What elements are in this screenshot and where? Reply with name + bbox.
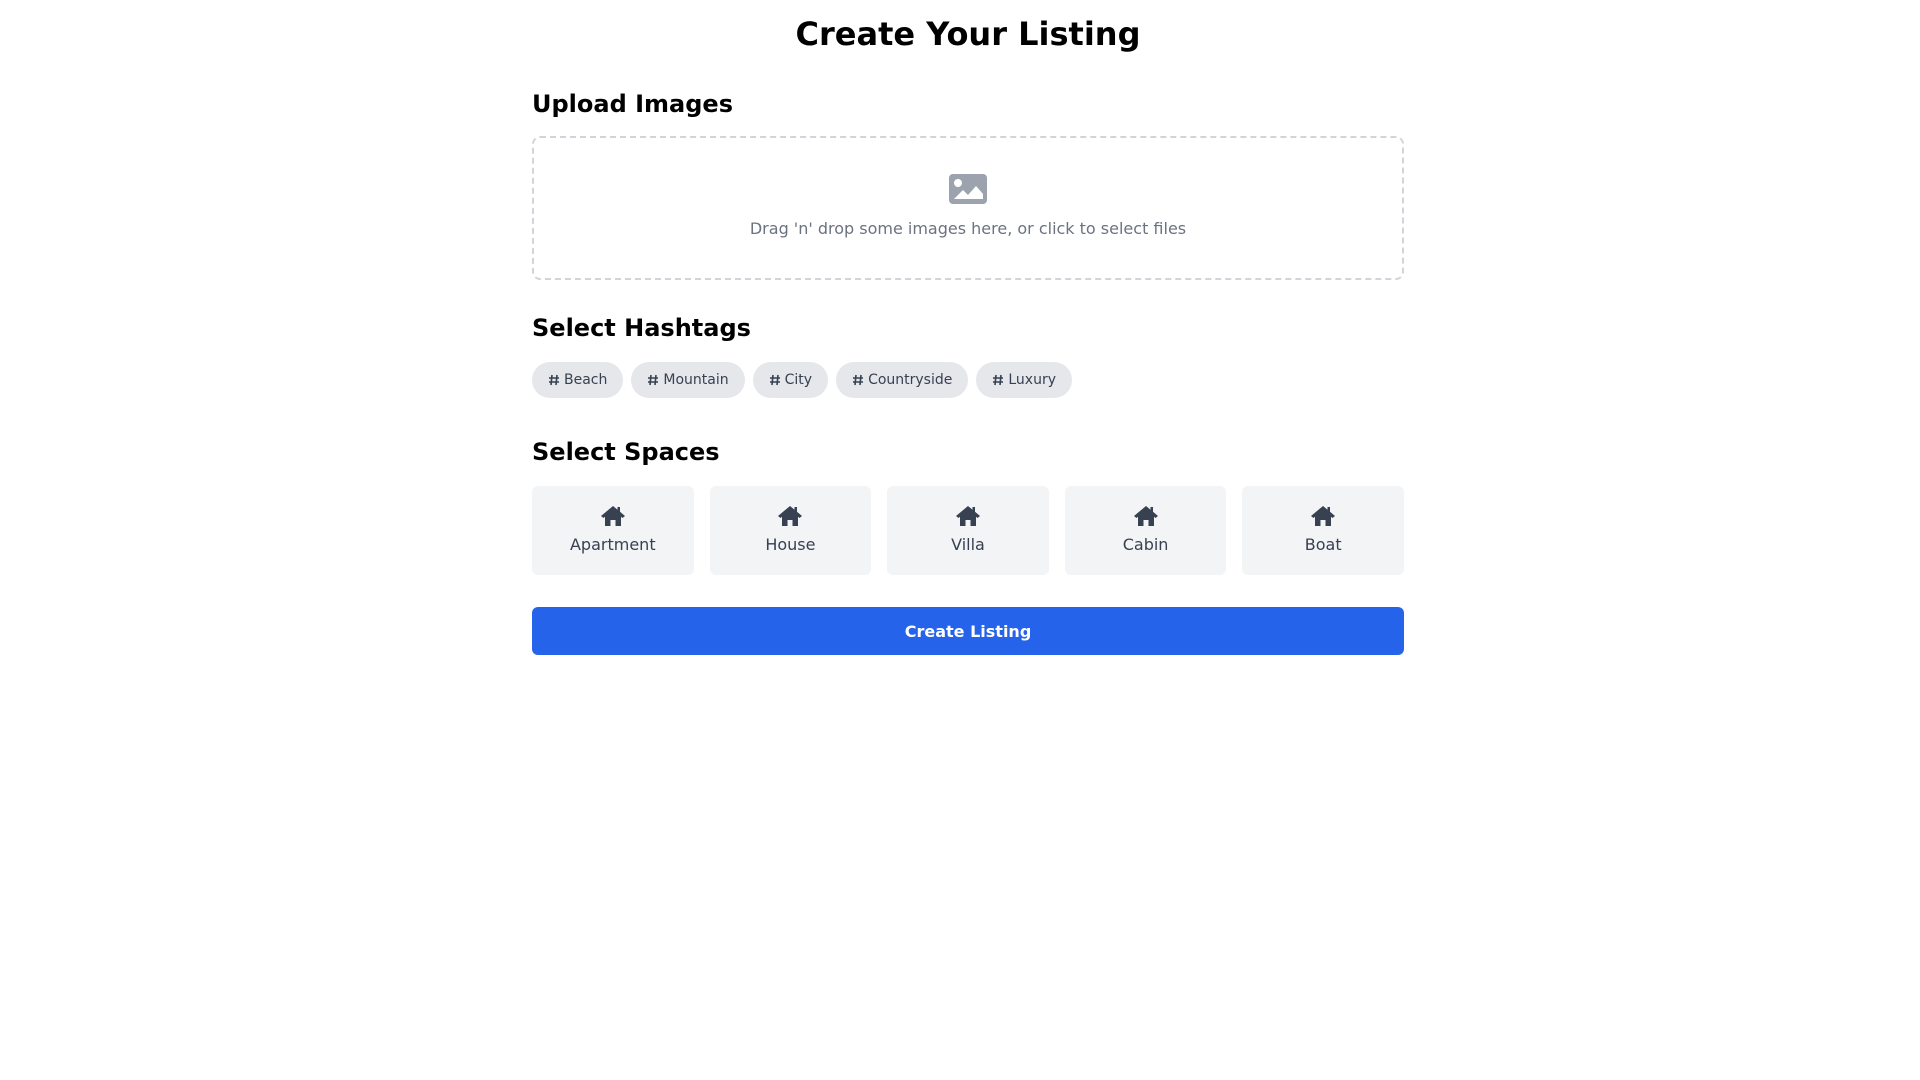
- home-icon: [778, 506, 803, 526]
- hashtag-label: City: [784, 372, 813, 388]
- hash-icon: [769, 374, 780, 386]
- space-villa[interactable]: Villa: [887, 486, 1049, 575]
- space-label: Cabin: [1122, 535, 1169, 554]
- space-house[interactable]: House: [709, 486, 872, 575]
- hashtag-city[interactable]: City: [752, 362, 829, 398]
- image-icon: [949, 174, 987, 204]
- hashtag-label: Beach: [564, 372, 608, 388]
- select-spaces-heading: Select Spaces: [532, 438, 720, 466]
- space-boat[interactable]: Boat: [1242, 486, 1404, 575]
- space-label: House: [765, 535, 816, 554]
- hashtag-countryside[interactable]: Countryside: [836, 362, 969, 398]
- hash-icon: [853, 374, 864, 386]
- hash-icon: [549, 374, 559, 386]
- space-label: Apartment: [569, 535, 656, 554]
- hashtag-label: Luxury: [1008, 372, 1057, 388]
- space-cabin[interactable]: Cabin: [1064, 486, 1227, 575]
- space-label: Villa: [951, 535, 985, 554]
- dropzone-hint: Drag 'n' drop some images here, or click…: [749, 219, 1187, 238]
- home-icon: [1311, 506, 1336, 526]
- space-list: Apartment House Villa Cabin Boat: [532, 486, 1404, 575]
- space-apartment[interactable]: Apartment: [532, 486, 694, 575]
- hashtag-label: Countryside: [868, 372, 953, 388]
- hash-icon: [648, 374, 659, 386]
- space-label: Boat: [1304, 535, 1342, 554]
- hashtag-beach[interactable]: Beach: [532, 362, 624, 398]
- home-icon: [955, 506, 980, 526]
- listing-form: Create Your Listing Upload Images Drag '…: [532, 0, 1404, 655]
- hashtag-list: Beach Mountain City Countryside Luxury: [532, 362, 1404, 398]
- create-listing-button[interactable]: Create Listing: [532, 607, 1404, 655]
- hash-icon: [993, 374, 1004, 386]
- image-dropzone[interactable]: Drag 'n' drop some images here, or click…: [532, 136, 1404, 280]
- home-icon: [1133, 506, 1158, 526]
- hashtag-mountain[interactable]: Mountain: [631, 362, 745, 398]
- hashtag-label: Mountain: [663, 372, 729, 388]
- home-icon: [600, 506, 625, 526]
- hashtag-luxury[interactable]: Luxury: [976, 362, 1073, 398]
- select-hashtags-heading: Select Hashtags: [532, 314, 751, 342]
- page-title: Create Your Listing: [795, 15, 1141, 53]
- upload-images-heading: Upload Images: [532, 90, 733, 118]
